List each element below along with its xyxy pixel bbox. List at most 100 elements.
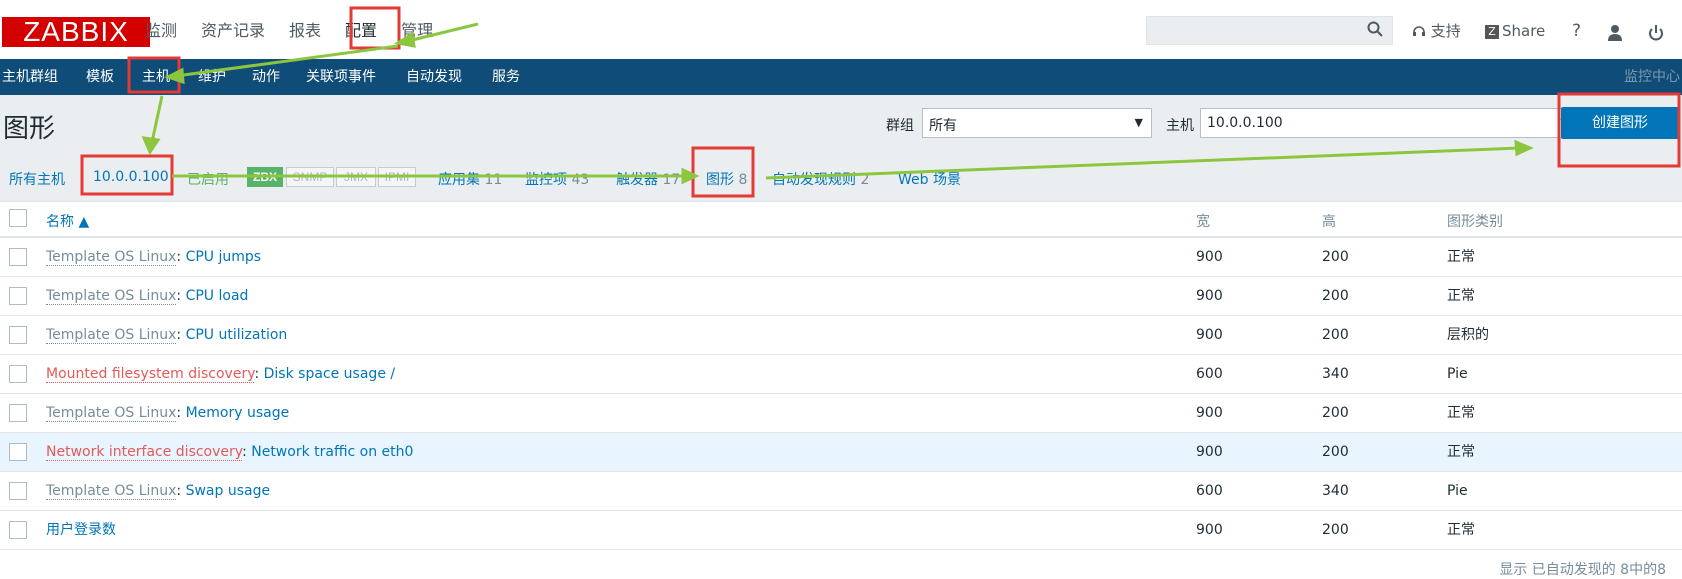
name-separator: : xyxy=(254,366,263,382)
table-row: Template OS Linux: CPU jumps 900 200 正常 xyxy=(0,238,1682,277)
support-link[interactable]: 支持 xyxy=(1412,19,1461,43)
name-separator: : xyxy=(176,249,185,265)
nav-correlation[interactable]: 关联项事件 xyxy=(306,59,376,95)
table-row: Template OS Linux: Memory usage 900 200 正常 xyxy=(0,394,1682,433)
graph-height-cell: 340 xyxy=(1322,482,1349,500)
table-footer-count: 显示 已自动发现的 8中的8 xyxy=(1499,559,1666,579)
graph-type-cell: 正常 xyxy=(1447,248,1475,266)
menu-inventory[interactable]: 资产记录 xyxy=(201,19,265,43)
table-row: Mounted filesystem discovery: Disk space… xyxy=(0,355,1682,394)
menu-configuration[interactable]: 配置 xyxy=(345,19,377,43)
name-separator: : xyxy=(242,444,251,460)
template-link[interactable]: Template OS Linux xyxy=(46,249,176,266)
name-separator: : xyxy=(176,405,185,421)
tab-web-scenarios[interactable]: Web 场景 xyxy=(898,169,961,189)
search-icon[interactable] xyxy=(1366,20,1384,38)
graph-name-cell: 用户登录数 xyxy=(46,521,116,539)
share-link[interactable]: Z Share xyxy=(1485,19,1545,43)
create-graph-button[interactable]: 创建图形 xyxy=(1561,107,1679,139)
user-profile-icon[interactable] xyxy=(1606,21,1624,45)
menu-reports[interactable]: 报表 xyxy=(289,19,321,43)
column-type-header: 图形类别 xyxy=(1447,211,1503,231)
table-header xyxy=(0,202,1682,238)
column-name-header[interactable]: 名称 ▲ xyxy=(46,211,89,231)
ipmi-availability-badge: IPMI xyxy=(378,167,416,187)
graph-width-cell: 900 xyxy=(1196,404,1223,422)
nav-hosts[interactable]: 主机 xyxy=(142,59,170,95)
tab-discovery-label: 自动发现规则 xyxy=(772,172,856,188)
share-label: Share xyxy=(1502,22,1545,40)
graph-name-cell: Template OS Linux: CPU utilization xyxy=(46,326,287,344)
row-checkbox[interactable] xyxy=(9,365,27,383)
template-link[interactable]: Template OS Linux xyxy=(46,405,176,422)
tab-discovery-rules[interactable]: 自动发现规则 2 xyxy=(772,169,869,189)
graph-name-link[interactable]: Disk space usage / xyxy=(264,366,395,382)
nav-actions[interactable]: 动作 xyxy=(252,59,280,95)
graph-name-link[interactable]: Swap usage xyxy=(186,483,271,499)
graph-name-cell: Template OS Linux: Memory usage xyxy=(46,404,289,422)
graph-height-cell: 200 xyxy=(1322,521,1349,539)
tab-items[interactable]: 监控项 43 xyxy=(525,169,589,189)
graph-width-cell: 900 xyxy=(1196,443,1223,461)
graph-name-link[interactable]: Network traffic on eth0 xyxy=(251,444,413,460)
main-menu: 监测 资产记录 报表 配置 管理 xyxy=(145,19,457,43)
row-checkbox[interactable] xyxy=(9,404,27,422)
tab-triggers[interactable]: 触发器 17 xyxy=(616,169,680,189)
zabbix-logo[interactable]: ZABBIX xyxy=(2,17,150,47)
template-link[interactable]: Template OS Linux xyxy=(46,327,176,344)
group-select[interactable]: 所有 ▼ xyxy=(922,108,1152,138)
menu-monitoring[interactable]: 监测 xyxy=(145,19,177,43)
host-status-enabled[interactable]: 已启用 xyxy=(187,169,229,189)
select-all-checkbox[interactable] xyxy=(9,209,27,227)
tab-host-name[interactable]: 10.0.0.100 xyxy=(93,169,169,185)
tab-items-count: 43 xyxy=(571,172,589,188)
row-checkbox[interactable] xyxy=(9,482,27,500)
nav-templates[interactable]: 模板 xyxy=(86,59,114,95)
row-checkbox[interactable] xyxy=(9,248,27,266)
graph-type-cell: Pie xyxy=(1447,482,1468,500)
graph-name-cell: Template OS Linux: CPU jumps xyxy=(46,248,261,266)
table-row: Template OS Linux: Swap usage 600 340 Pie xyxy=(0,472,1682,511)
table-row: Network interface discovery: Network tra… xyxy=(0,433,1682,472)
row-checkbox[interactable] xyxy=(9,443,27,461)
search-input[interactable] xyxy=(1146,16,1393,45)
template-link[interactable]: Template OS Linux xyxy=(46,483,176,500)
graph-name-link[interactable]: 用户登录数 xyxy=(46,522,116,538)
tab-all-hosts[interactable]: 所有主机 xyxy=(9,169,65,189)
page-title: 图形 xyxy=(3,108,55,145)
top-header: ZABBIX 监测 资产记录 报表 配置 管理 支持 Z Share ? xyxy=(0,0,1682,59)
nav-maintenance[interactable]: 维护 xyxy=(198,59,226,95)
table-row: 用户登录数 900 200 正常 xyxy=(0,511,1682,550)
tab-applications-label: 应用集 xyxy=(438,172,480,188)
discovery-rule-link[interactable]: Mounted filesystem discovery xyxy=(46,366,254,383)
row-checkbox[interactable] xyxy=(9,521,27,539)
menu-administration[interactable]: 管理 xyxy=(401,19,433,43)
column-height-header: 高 xyxy=(1322,211,1336,231)
row-checkbox[interactable] xyxy=(9,326,27,344)
nav-services[interactable]: 服务 xyxy=(492,59,520,95)
share-icon: Z xyxy=(1485,25,1499,39)
host-select[interactable]: 10.0.0.100 ▼ xyxy=(1200,108,1578,138)
nav-host-groups[interactable]: 主机群组 xyxy=(2,59,58,95)
template-link[interactable]: Template OS Linux xyxy=(46,288,176,305)
table-row: Template OS Linux: CPU load 900 200 正常 xyxy=(0,277,1682,316)
discovery-rule-link[interactable]: Network interface discovery xyxy=(46,444,242,461)
logout-power-icon[interactable] xyxy=(1647,21,1665,45)
graph-name-cell: Template OS Linux: CPU load xyxy=(46,287,248,305)
graph-name-link[interactable]: CPU load xyxy=(186,288,249,304)
graph-name-cell: Network interface discovery: Network tra… xyxy=(46,443,413,461)
tab-applications-count: 11 xyxy=(484,172,502,188)
help-button[interactable]: ? xyxy=(1572,19,1581,43)
graph-name-link[interactable]: CPU utilization xyxy=(186,327,288,343)
tab-applications[interactable]: 应用集 11 xyxy=(438,169,502,189)
table-row: Template OS Linux: CPU utilization 900 200… xyxy=(0,316,1682,355)
row-checkbox[interactable] xyxy=(9,287,27,305)
graph-type-cell: 正常 xyxy=(1447,521,1475,539)
graph-name-cell: Mounted filesystem discovery: Disk space… xyxy=(46,365,395,383)
zbx-availability-badge: ZBX xyxy=(247,167,283,187)
graph-type-cell: 正常 xyxy=(1447,443,1475,461)
graph-name-link[interactable]: CPU jumps xyxy=(186,249,262,265)
tab-graphs[interactable]: 图形 8 xyxy=(706,169,747,189)
nav-discovery[interactable]: 自动发现 xyxy=(406,59,462,95)
graph-name-link[interactable]: Memory usage xyxy=(186,405,290,421)
